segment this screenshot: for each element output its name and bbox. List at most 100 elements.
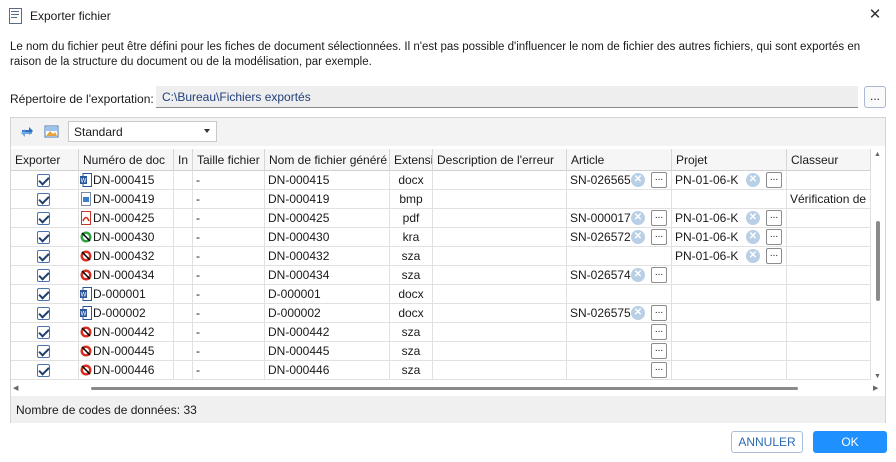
- doc-number-cell[interactable]: W D-000001: [79, 285, 174, 304]
- article-cell[interactable]: ...: [567, 342, 672, 361]
- doc-number-cell[interactable]: DN-000442: [79, 323, 174, 342]
- col-in-header[interactable]: In: [174, 149, 193, 171]
- doc-number-cell[interactable]: DN-000432: [79, 247, 174, 266]
- export-checkbox[interactable]: [37, 288, 50, 301]
- classeur-cell[interactable]: [787, 285, 871, 304]
- export-checkbox-cell[interactable]: [11, 247, 79, 266]
- classeur-cell[interactable]: [787, 266, 871, 285]
- project-cell[interactable]: [672, 266, 787, 285]
- export-checkbox-cell[interactable]: [11, 285, 79, 304]
- project-cell[interactable]: PN-01-06-K ✕...: [672, 209, 787, 228]
- export-checkbox[interactable]: [37, 307, 50, 320]
- clear-project-icon[interactable]: ✕: [746, 230, 760, 244]
- vertical-scrollbar[interactable]: ▲ ▼: [871, 149, 885, 383]
- doc-number-cell[interactable]: DN-000445: [79, 342, 174, 361]
- generated-filename-cell[interactable]: DN-000432: [265, 247, 390, 266]
- export-checkbox[interactable]: [37, 250, 50, 263]
- project-cell[interactable]: PN-01-06-K ✕...: [672, 228, 787, 247]
- generated-filename-cell[interactable]: DN-000415: [265, 171, 390, 190]
- article-browse-button[interactable]: ...: [651, 362, 667, 378]
- table-row[interactable]: W D-000002 - D-000002 docx SN-026575 ✕...: [11, 304, 871, 323]
- export-checkbox-cell[interactable]: [11, 228, 79, 247]
- classeur-cell[interactable]: [787, 209, 871, 228]
- generated-filename-cell[interactable]: DN-000425: [265, 209, 390, 228]
- export-checkbox[interactable]: [37, 364, 50, 377]
- export-checkbox[interactable]: [37, 193, 50, 206]
- col-classeur-header[interactable]: Classeur: [787, 149, 871, 171]
- generated-filename-cell[interactable]: D-000001: [265, 285, 390, 304]
- export-checkbox[interactable]: [37, 174, 50, 187]
- table-row[interactable]: DN-000425- DN-000425 pdf SN-000017 ✕... PN-01…: [11, 209, 871, 228]
- close-button[interactable]: ✕: [862, 4, 888, 26]
- cancel-button[interactable]: ANNULER: [731, 431, 803, 453]
- article-browse-button[interactable]: ...: [651, 305, 667, 321]
- table-row[interactable]: DN-000434 - DN-000434 sza SN-026574 ✕...: [11, 266, 871, 285]
- project-cell[interactable]: PN-01-06-K ✕...: [672, 247, 787, 266]
- col-extension-header[interactable]: Extension: [390, 149, 433, 171]
- table-row[interactable]: DN-000446 - DN-000446 sza...: [11, 361, 871, 380]
- article-cell[interactable]: ...: [567, 323, 672, 342]
- doc-number-cell[interactable]: W D-000002: [79, 304, 174, 323]
- col-doc-number-header[interactable]: Numéro de doc: [79, 149, 174, 171]
- clear-project-icon[interactable]: ✕: [746, 211, 760, 225]
- export-dir-field[interactable]: C:\Bureau\Fichiers exportés: [156, 86, 858, 108]
- scroll-left-icon[interactable]: ◀: [13, 384, 18, 392]
- export-checkbox[interactable]: [37, 345, 50, 358]
- classeur-cell[interactable]: [787, 323, 871, 342]
- export-checkbox-cell[interactable]: [11, 209, 79, 228]
- generated-filename-cell[interactable]: D-000002: [265, 304, 390, 323]
- article-cell[interactable]: SN-026574 ✕...: [567, 266, 672, 285]
- generated-filename-cell[interactable]: DN-000430: [265, 228, 390, 247]
- classeur-cell[interactable]: [787, 304, 871, 323]
- classeur-cell[interactable]: [787, 247, 871, 266]
- doc-number-cell[interactable]: DN-000430: [79, 228, 174, 247]
- export-checkbox-cell[interactable]: [11, 304, 79, 323]
- classeur-cell[interactable]: [787, 228, 871, 247]
- project-cell[interactable]: [672, 190, 787, 209]
- export-checkbox-cell[interactable]: [11, 171, 79, 190]
- article-browse-button[interactable]: ...: [651, 210, 667, 226]
- export-checkbox-cell[interactable]: [11, 323, 79, 342]
- export-checkbox-cell[interactable]: [11, 190, 79, 209]
- table-row[interactable]: DN-000432 - DN-000432 sza PN-01-06-K ✕...: [11, 247, 871, 266]
- clear-article-icon[interactable]: ✕: [631, 268, 645, 282]
- doc-number-cell[interactable]: DN-000425: [79, 209, 174, 228]
- browse-button[interactable]: ...: [864, 86, 886, 108]
- classeur-cell[interactable]: [787, 171, 871, 190]
- project-cell[interactable]: [672, 361, 787, 380]
- article-browse-button[interactable]: ...: [651, 343, 667, 359]
- article-browse-button[interactable]: ...: [651, 229, 667, 245]
- generated-filename-cell[interactable]: DN-000445: [265, 342, 390, 361]
- refresh-icon[interactable]: [19, 124, 35, 140]
- project-cell[interactable]: [672, 323, 787, 342]
- classeur-cell[interactable]: [787, 361, 871, 380]
- table-row[interactable]: DN-000419 - DN-000419 bmp Vérification de c: [11, 190, 871, 209]
- project-browse-button[interactable]: ...: [766, 210, 782, 226]
- col-exporter-header[interactable]: Exporter: [11, 149, 79, 171]
- doc-number-cell[interactable]: DN-000446: [79, 361, 174, 380]
- generated-filename-cell[interactable]: DN-000446: [265, 361, 390, 380]
- table-row[interactable]: DN-000445 - DN-000445 sza...: [11, 342, 871, 361]
- table-row[interactable]: DN-000430- DN-000430 kra SN-026572 ✕... PN-01…: [11, 228, 871, 247]
- doc-number-cell[interactable]: DN-000419: [79, 190, 174, 209]
- scroll-right-icon[interactable]: ▶: [873, 384, 878, 392]
- classeur-cell[interactable]: Vérification de c: [787, 190, 871, 209]
- col-generated-filename-header[interactable]: Nom de fichier généré: [265, 149, 390, 171]
- doc-number-cell[interactable]: W DN-000415: [79, 171, 174, 190]
- horizontal-scroll-thumb[interactable]: [91, 387, 798, 390]
- project-browse-button[interactable]: ...: [766, 229, 782, 245]
- export-checkbox[interactable]: [37, 231, 50, 244]
- view-select[interactable]: Standard: [68, 121, 217, 142]
- project-cell[interactable]: [672, 342, 787, 361]
- scroll-down-icon[interactable]: ▼: [874, 373, 881, 380]
- ok-button[interactable]: OK: [813, 431, 887, 453]
- clear-project-icon[interactable]: ✕: [746, 249, 760, 263]
- col-file-size-header[interactable]: Taille fichier: [193, 149, 265, 171]
- horizontal-scrollbar[interactable]: ◀ ▶: [11, 383, 885, 393]
- table-row[interactable]: W DN-000415- DN-000415 docx SN-026565 ✕... PN-…: [11, 171, 871, 190]
- article-browse-button[interactable]: ...: [651, 172, 667, 188]
- article-browse-button[interactable]: ...: [651, 267, 667, 283]
- project-browse-button[interactable]: ...: [766, 172, 782, 188]
- export-checkbox[interactable]: [37, 212, 50, 225]
- article-cell[interactable]: [567, 285, 672, 304]
